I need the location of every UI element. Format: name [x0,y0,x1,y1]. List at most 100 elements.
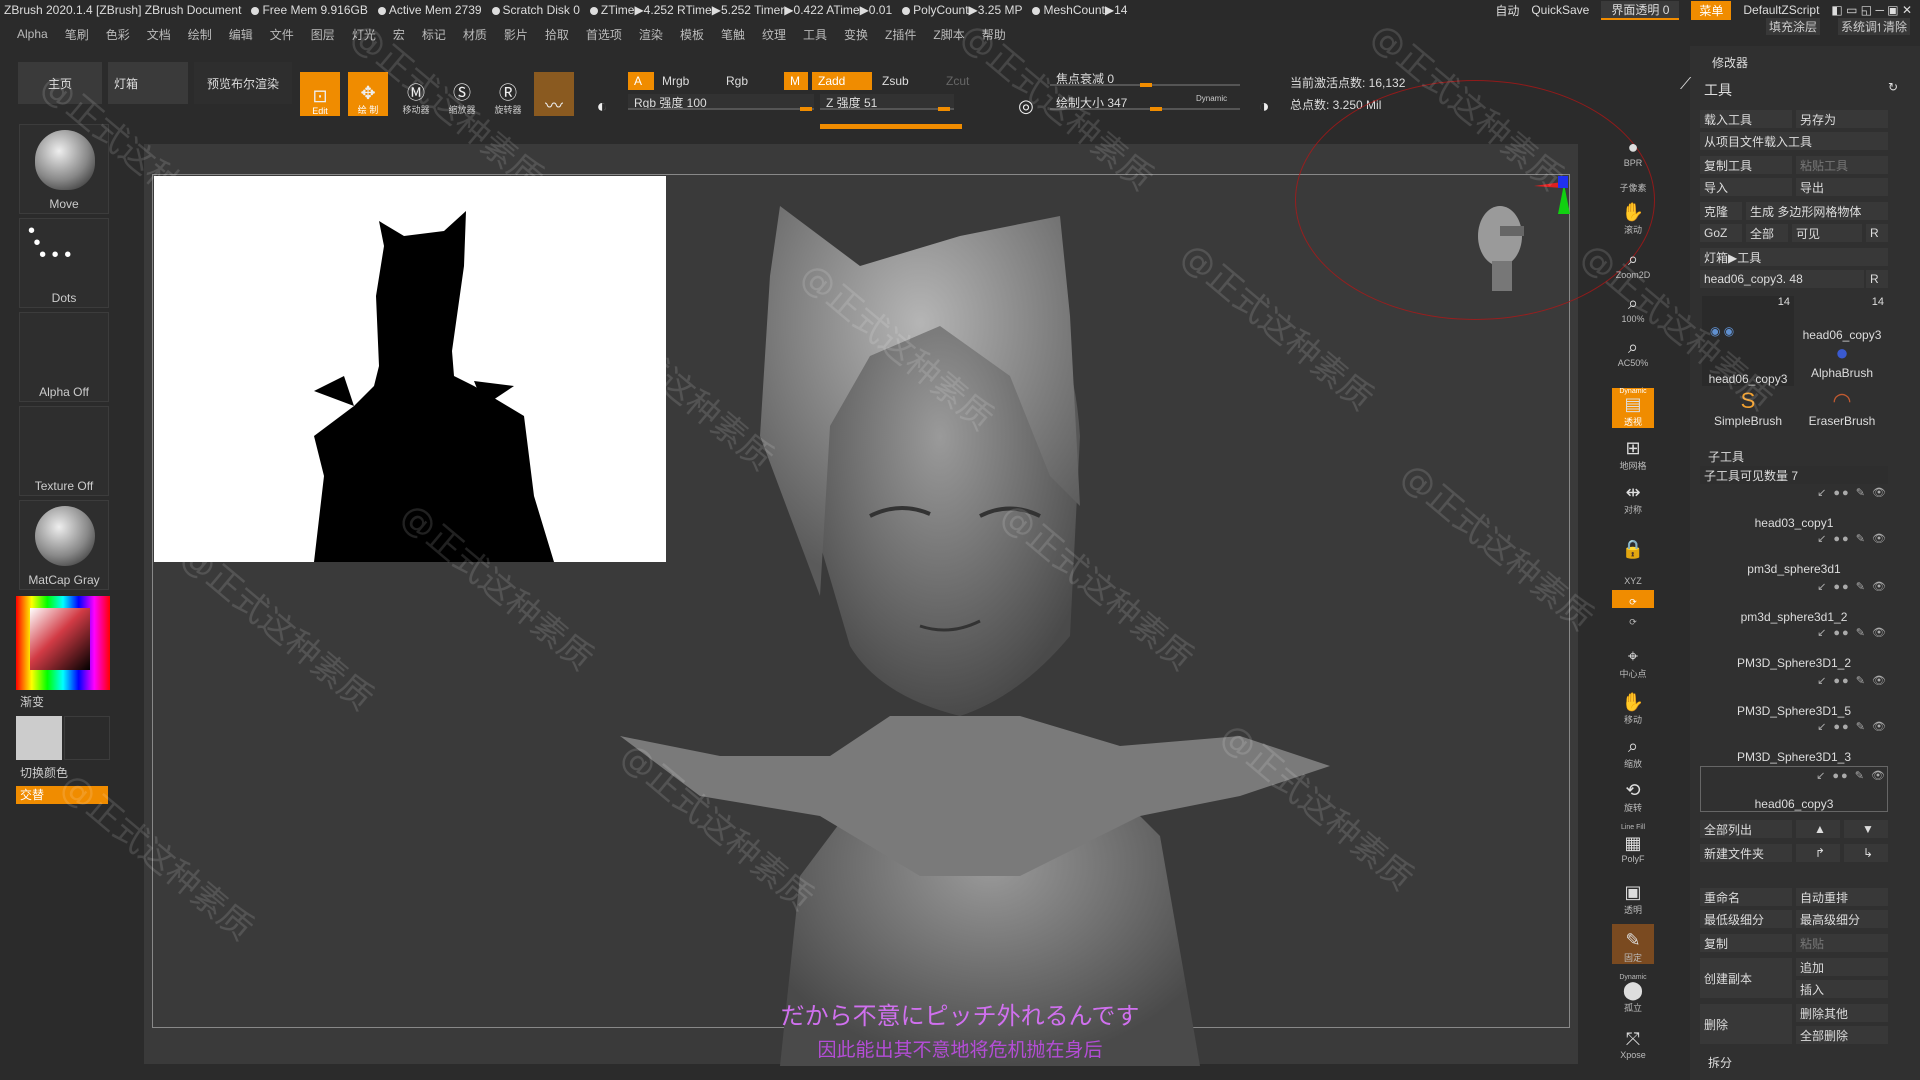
mrgb-button[interactable]: Mrgb [656,72,716,90]
preview-render-button[interactable]: 预览布尔渲染 [194,62,292,104]
tool-thumb-1[interactable]: 14 ◉ ◉ head06_copy3 [1702,296,1794,386]
texture-slot[interactable]: Texture Off [19,406,109,496]
menu-item[interactable]: 首选项 [586,26,622,43]
subtool-toggles-icon[interactable]: ↙ ●● ✎ 👁 [1817,674,1888,687]
move-button[interactable]: Ⓜ 移动器 [396,72,436,116]
rgb-intensity-slider[interactable]: Rgb 强度 100 [628,94,814,111]
ac50-button[interactable]: ⌕ AC50% [1612,328,1654,368]
material-slot[interactable]: MatCap Gray [19,500,109,590]
zsub-button[interactable]: Zsub [876,72,936,90]
subtool-toggles-icon[interactable]: ↙ ●● ✎ 👁 [1817,486,1888,499]
focal-icon-button[interactable]: ◎ [1006,72,1046,116]
transparency-slider[interactable]: 界面透明 0 [1601,0,1680,20]
refresh-icon[interactable]: ↻ [1888,80,1898,94]
script-button[interactable]: DefaultZScript [1743,3,1819,17]
scroll-button[interactable]: ✋ 滚动 [1612,196,1654,236]
brush-slot[interactable]: Move [19,124,109,214]
append-button[interactable]: 追加 [1796,958,1888,976]
move-view-button[interactable]: ✋ 移动 [1612,686,1654,726]
create-copy-button[interactable]: 创建副本 [1700,958,1792,998]
transparency-button[interactable]: ▣ 透明 [1612,876,1654,916]
rotate-view-button[interactable]: ⟲ 旋转 [1612,774,1654,814]
eraser-brush-thumb[interactable]: ◠ EraserBrush [1796,388,1888,434]
floor-button[interactable]: ⊞ 地网格 [1612,432,1654,472]
subtool-toggles-icon[interactable]: ↙ ●● ✎ 👁 [1817,720,1888,733]
subtool-item[interactable]: ↙ ●● ✎ 👁 head03_copy1 [1700,484,1888,530]
menu-item[interactable]: 模板 [680,26,704,43]
subtool-title[interactable]: 子工具 [1708,448,1744,465]
subtool-item[interactable]: ↙ ●● ✎ 👁 PM3D_Sphere3D1_5 [1700,672,1888,718]
menu-item[interactable]: 影片 [504,26,528,43]
dynamic-label[interactable]: Dynamic [1196,94,1227,103]
zcut-button[interactable]: Zcut [940,72,1000,90]
insert-button[interactable]: 插入 [1796,980,1888,998]
subtool-item-selected[interactable]: ↙ ●● ✎ 👁 head06_copy3 [1700,766,1888,812]
secondary-color-swatch[interactable] [64,716,110,760]
menu-item[interactable]: 标记 [422,26,446,43]
scale-button[interactable]: Ⓢ 缩放器 [442,72,482,116]
rgb-button[interactable]: Rgb [720,72,780,90]
subtool-toggles-icon[interactable]: ↙ ●● ✎ 👁 [1817,626,1888,639]
list-all-button[interactable]: 全部列出 [1700,820,1792,838]
rotate-z-button[interactable]: ⟳ [1612,610,1654,628]
clear-button[interactable]: 清除 [1880,18,1911,35]
paste-tool-button[interactable]: 粘贴工具 [1796,156,1888,174]
delete-all-button[interactable]: 全部删除 [1796,1026,1888,1044]
focal-shift-slider[interactable]: 焦点衰减 0 [1050,70,1240,87]
alpha-slot[interactable]: Alpha Off [19,312,109,402]
menu-item[interactable]: Z脚本 [933,26,964,43]
bpr-button[interactable]: ● BPR [1612,128,1654,168]
load-tool-button[interactable]: 载入工具 [1700,110,1792,128]
goz-button[interactable]: GoZ [1700,224,1742,242]
move-down-icon[interactable]: ▼ [1844,820,1888,838]
arrow-down-right-icon[interactable]: ↳ [1844,844,1888,862]
menu-item[interactable]: 渲染 [639,26,663,43]
menu-item[interactable]: 笔触 [721,26,745,43]
rotate-y-button[interactable]: ⟳ [1612,590,1654,608]
lowest-subdiv-button[interactable]: 最低级细分 [1700,910,1792,928]
symmetry-button[interactable]: ⇹ 对称 [1612,476,1654,516]
r-button-2[interactable]: R [1866,270,1888,288]
menu-item[interactable]: 变换 [844,26,868,43]
subtool-toggles-icon[interactable]: ↙ ●● ✎ 👁 [1817,532,1888,545]
move-up-icon[interactable]: ▲ [1796,820,1840,838]
save-as-button[interactable]: 另存为 [1796,110,1888,128]
subtool-item[interactable]: ↙ ●● ✎ 👁 pm3d_sphere3d1 [1700,530,1888,576]
tool-title[interactable]: 工具 [1704,80,1732,100]
current-tool-slider[interactable]: head06_copy3. 48 [1700,270,1864,288]
menu-item[interactable]: 材质 [463,26,487,43]
subtool-toggles-icon[interactable]: ↙ ●● ✎ 👁 [1817,580,1888,593]
duplicate-button[interactable]: 复制 [1700,934,1792,952]
fill-layer-button[interactable]: 填充涂层 [1766,18,1821,35]
menu-item[interactable]: 编辑 [229,26,253,43]
scale-view-button[interactable]: ⌕ 缩放 [1612,730,1654,770]
menu-item[interactable]: 灯光 [352,26,376,43]
make-polymesh-button[interactable]: 生成 多边形网格物体 [1746,202,1888,220]
solo-button[interactable]: Dynamic ⬤ 孤立 [1612,974,1654,1014]
subtool-item[interactable]: ↙ ●● ✎ 👁 PM3D_Sphere3D1_2 [1700,624,1888,670]
auto-reorder-button[interactable]: 自动重排 [1796,888,1888,906]
menu-item[interactable]: 工具 [803,26,827,43]
copy-tool-button[interactable]: 复制工具 [1700,156,1792,174]
pin-icon[interactable]: ⟋ [1680,76,1691,94]
menu-item[interactable]: 帮助 [982,26,1006,43]
subtool-item[interactable]: ↙ ●● ✎ 👁 PM3D_Sphere3D1_3 [1700,718,1888,764]
lightbox-tools-button[interactable]: 灯箱▶工具 [1700,248,1888,266]
menu-item[interactable]: 笔刷 [65,26,89,43]
r-button[interactable]: R [1866,224,1888,242]
menu-item[interactable]: 文件 [270,26,294,43]
all-button[interactable]: 全部 [1746,224,1788,242]
home-tab[interactable]: 主页 [18,62,102,104]
visible-count-slider[interactable]: 子工具可见数量 7 [1700,466,1888,484]
polyf-button[interactable]: Line Fill ▦ PolyF [1612,824,1654,864]
switch-color-button[interactable]: 切换颜色 [20,764,68,781]
quicksave-button[interactable]: QuickSave [1531,3,1589,17]
menu-button[interactable]: 菜单 [1691,0,1732,20]
modifier-label[interactable]: 修改器 [1712,54,1748,71]
ghost-button[interactable]: ✎ 固定 [1612,924,1654,964]
menu-item[interactable]: 宏 [393,26,405,43]
simple-brush-thumb[interactable]: S SimpleBrush [1702,388,1794,434]
m-button[interactable]: M [784,72,808,90]
z-intensity-slider[interactable]: Z 强度 51 [820,94,954,111]
xyz-button[interactable]: XYZ [1612,562,1654,586]
